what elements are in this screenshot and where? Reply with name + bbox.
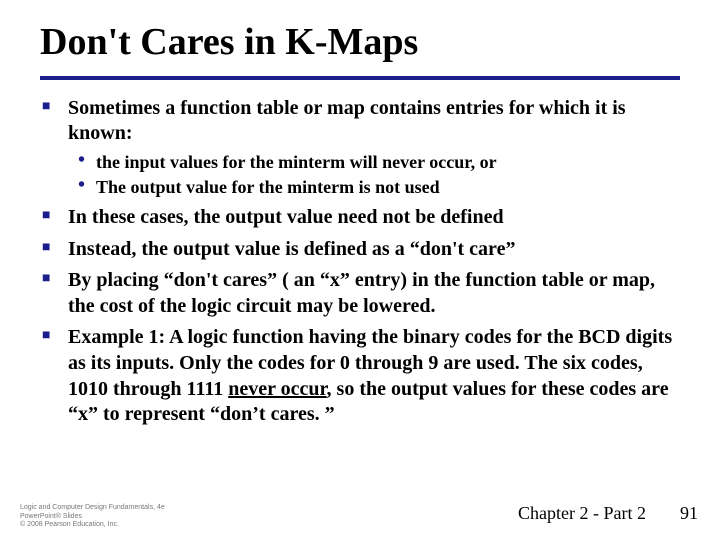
sub-bullet-item: The output value for the minterm is not … bbox=[96, 176, 680, 199]
bullet-text: By placing “don't cares” ( an “x” entry)… bbox=[68, 269, 655, 317]
bullet-item: Instead, the output value is defined as … bbox=[68, 237, 680, 263]
slide-title: Don't Cares in K-Maps bbox=[40, 22, 680, 64]
bullet-item: Example 1: A logic function having the b… bbox=[68, 325, 680, 427]
chapter-label: Chapter 2 - Part 2 bbox=[518, 503, 646, 524]
bullet-list: Sometimes a function table or map contai… bbox=[40, 96, 680, 428]
footer-right-block: Chapter 2 - Part 2 91 bbox=[518, 503, 698, 524]
sub-bullet-text: the input values for the minterm will ne… bbox=[96, 152, 497, 172]
bullet-item: Sometimes a function table or map contai… bbox=[68, 96, 680, 199]
bullet-text: Instead, the output value is defined as … bbox=[68, 238, 515, 260]
bullet-text: Sometimes a function table or map contai… bbox=[68, 97, 626, 145]
sub-bullet-list: the input values for the minterm will ne… bbox=[68, 151, 680, 199]
bullet-item: In these cases, the output value need no… bbox=[68, 205, 680, 231]
sub-bullet-text: The output value for the minterm is not … bbox=[96, 177, 440, 197]
bullet-item: By placing “don't cares” ( an “x” entry)… bbox=[68, 268, 680, 319]
footer-line: © 2008 Pearson Education, Inc. bbox=[20, 521, 165, 530]
footer-line: PowerPoint® Slides bbox=[20, 513, 165, 522]
sub-bullet-item: the input values for the minterm will ne… bbox=[96, 151, 680, 174]
bullet-text-underline: never occur bbox=[228, 378, 326, 400]
title-rule bbox=[40, 76, 680, 80]
bullet-text: In these cases, the output value need no… bbox=[68, 206, 504, 228]
footer-line: Logic and Computer Design Fundamentals, … bbox=[20, 504, 165, 513]
page-number: 91 bbox=[680, 503, 698, 524]
slide: Don't Cares in K-Maps Sometimes a functi… bbox=[0, 0, 720, 540]
footer-credits: Logic and Computer Design Fundamentals, … bbox=[20, 504, 165, 530]
slide-content: Sometimes a function table or map contai… bbox=[40, 96, 680, 428]
